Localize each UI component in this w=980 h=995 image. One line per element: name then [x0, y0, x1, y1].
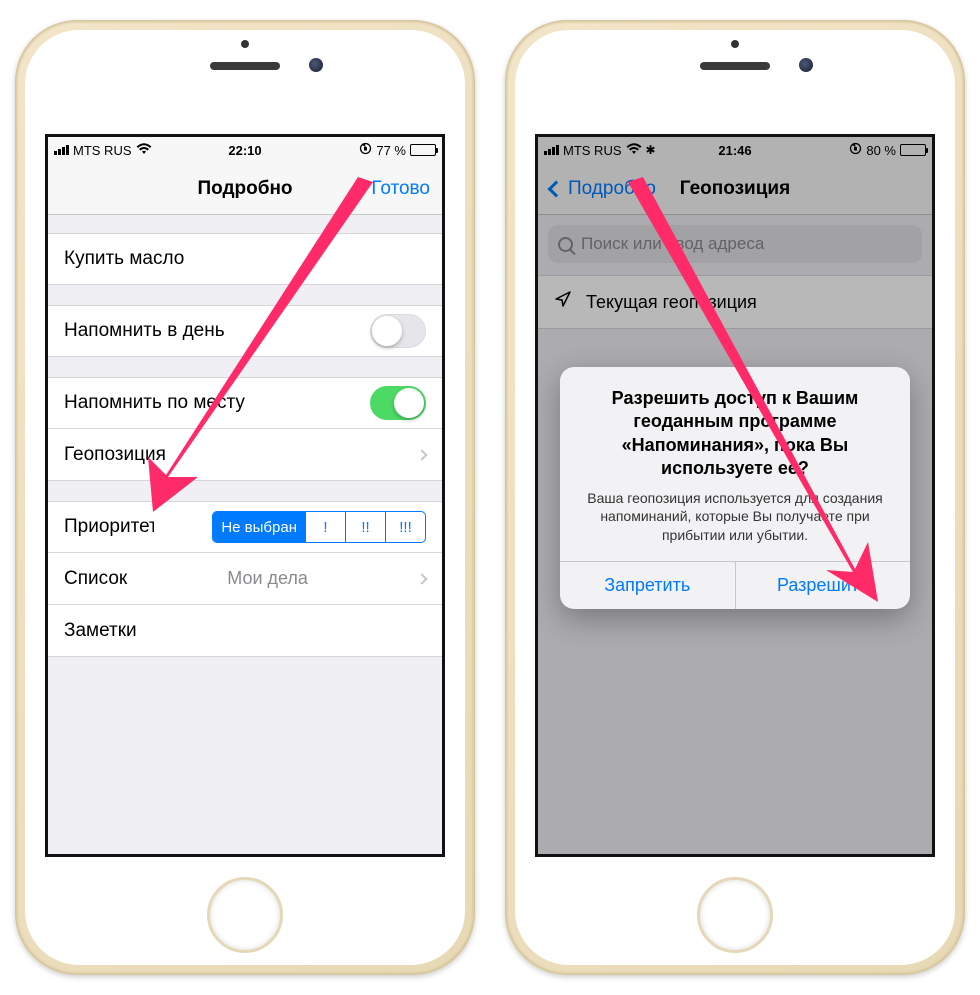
- nav-bar: Подробно Геопозиция: [538, 163, 932, 215]
- priority-opt-none[interactable]: Не выбран: [213, 512, 305, 542]
- rotation-lock-icon: [849, 142, 862, 158]
- phone-left: MTS RUS 22:10 77 % Подробно Готово: [15, 20, 475, 975]
- proximity-sensor: [241, 40, 249, 48]
- chevron-right-icon: [416, 449, 427, 460]
- proximity-sensor: [731, 40, 739, 48]
- notes-row[interactable]: Заметки: [48, 605, 442, 657]
- front-camera: [309, 58, 323, 72]
- priority-opt-1[interactable]: !: [305, 512, 345, 542]
- earpiece-speaker: [700, 62, 770, 70]
- alert-allow-button[interactable]: Разрешить: [735, 562, 911, 609]
- battery-pct: 77 %: [376, 143, 406, 158]
- back-label: Подробно: [568, 178, 656, 200]
- carrier-label: MTS RUS: [563, 143, 622, 158]
- search-placeholder: Поиск или ввод адреса: [581, 234, 764, 254]
- alert-deny-button[interactable]: Запретить: [560, 562, 735, 609]
- notes-label: Заметки: [64, 620, 137, 642]
- front-camera: [799, 58, 813, 72]
- reminder-title: Купить масло: [64, 248, 184, 270]
- earpiece-speaker: [210, 62, 280, 70]
- permission-alert: Разрешить доступ к Вашим геоданным прогр…: [560, 367, 910, 609]
- location-arrow-icon: [554, 290, 572, 314]
- signal-icon: [544, 145, 559, 155]
- home-button[interactable]: [207, 877, 283, 953]
- status-bar: MTS RUS 22:10 77 %: [48, 137, 442, 163]
- battery-icon: [410, 144, 436, 156]
- list-label: Список: [64, 568, 127, 590]
- home-button[interactable]: [697, 877, 773, 953]
- priority-segment[interactable]: Не выбран ! !! !!!: [212, 511, 426, 543]
- wifi-icon: [626, 142, 642, 158]
- reminder-title-row[interactable]: Купить масло: [48, 233, 442, 285]
- wifi-icon: [136, 142, 152, 158]
- remind-place-row[interactable]: Напомнить по месту: [48, 377, 442, 429]
- remind-place-label: Напомнить по месту: [64, 392, 245, 414]
- battery-icon: [900, 144, 926, 156]
- chevron-left-icon: [548, 180, 565, 197]
- remind-place-toggle[interactable]: [370, 386, 426, 420]
- alert-message: Ваша геопозиция используется для создани…: [578, 489, 892, 546]
- screen-right: MTS RUS ✱ 21:46 80 %: [535, 134, 935, 857]
- done-button[interactable]: Готово: [371, 178, 430, 200]
- carrier-label: MTS RUS: [73, 143, 132, 158]
- location-row[interactable]: Геопозиция: [48, 429, 442, 481]
- search-wrap: Поиск или ввод адреса: [538, 215, 932, 263]
- signal-icon: [54, 145, 69, 155]
- priority-opt-2[interactable]: !!: [345, 512, 385, 542]
- settings-content: Купить масло Напомнить в день Напомнить …: [48, 233, 442, 657]
- search-icon: [558, 237, 573, 252]
- screen-left: MTS RUS 22:10 77 % Подробно Готово: [45, 134, 445, 857]
- remind-day-row[interactable]: Напомнить в день: [48, 305, 442, 357]
- priority-row: Приоритет Не выбран ! !! !!!: [48, 501, 442, 553]
- chevron-right-icon: [416, 573, 427, 584]
- current-location-label: Текущая геопозиция: [586, 292, 757, 313]
- loading-spinner-icon: ✱: [646, 143, 656, 157]
- list-row[interactable]: Список Мои дела: [48, 553, 442, 605]
- phone-right: MTS RUS ✱ 21:46 80 %: [505, 20, 965, 975]
- priority-opt-3[interactable]: !!!: [385, 512, 425, 542]
- rotation-lock-icon: [359, 142, 372, 158]
- remind-day-label: Напомнить в день: [64, 320, 225, 342]
- back-button[interactable]: Подробно: [550, 178, 656, 200]
- priority-label: Приоритет: [64, 516, 154, 538]
- nav-bar: Подробно Готово: [48, 163, 442, 215]
- current-location-row[interactable]: Текущая геопозиция: [538, 275, 932, 329]
- list-value: Мои дела: [227, 568, 308, 589]
- alert-title: Разрешить доступ к Вашим геоданным прогр…: [578, 387, 892, 481]
- location-label: Геопозиция: [64, 444, 166, 466]
- search-input[interactable]: Поиск или ввод адреса: [548, 225, 922, 263]
- battery-pct: 80 %: [866, 143, 896, 158]
- remind-day-toggle[interactable]: [370, 314, 426, 348]
- status-bar: MTS RUS ✱ 21:46 80 %: [538, 137, 932, 163]
